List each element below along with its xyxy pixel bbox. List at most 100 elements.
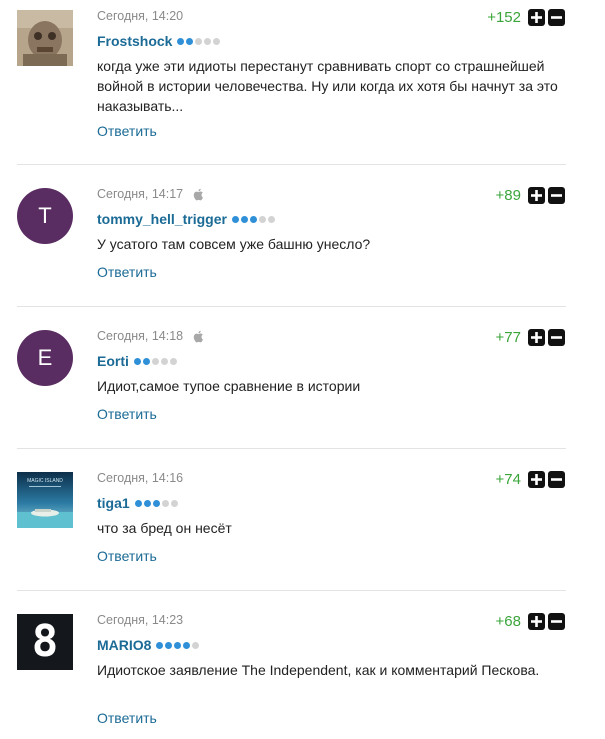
minus-icon <box>551 336 562 339</box>
comment-meta: Сегодня, 14:20 <box>97 9 183 23</box>
avatar-letter: E <box>37 345 53 370</box>
comment-score: +89 <box>495 187 521 204</box>
user-avatar[interactable]: 8 <box>17 614 73 670</box>
rating-dot <box>174 641 182 649</box>
comment-user: Frostshock <box>97 33 221 49</box>
comment-meta: Сегодня, 14:23 <box>97 613 183 627</box>
user-avatar[interactable]: MAGIC ISLAND <box>17 472 73 528</box>
rating-dot <box>142 357 150 365</box>
minus-icon <box>551 620 562 623</box>
comment-meta: Сегодня, 14:16 <box>97 471 183 485</box>
reply-button[interactable]: Ответить <box>97 123 157 139</box>
username-link[interactable]: MARIO8 <box>97 637 151 653</box>
user-avatar[interactable] <box>17 10 73 66</box>
username-link[interactable]: tommy_hell_trigger <box>97 211 227 227</box>
comment-text: Идиотское заявление The Independent, как… <box>97 662 540 678</box>
rating-dot <box>177 37 185 45</box>
vote-controls: +89 <box>496 187 565 204</box>
minus-icon <box>551 194 562 197</box>
vote-controls: +68 <box>496 613 565 630</box>
comment-user: tiga1 <box>97 495 178 511</box>
magic-island-photo-icon: MAGIC ISLAND <box>17 472 73 528</box>
rating-dot <box>258 215 266 223</box>
rating-dot <box>143 499 151 507</box>
comment-score: +77 <box>495 329 521 346</box>
downvote-button[interactable] <box>548 9 565 26</box>
username-link[interactable]: Eorti <box>97 353 129 369</box>
comment-divider <box>17 164 566 165</box>
comment-meta: Сегодня, 14:18 <box>97 329 204 343</box>
rating-dot <box>267 215 275 223</box>
comment-score: +68 <box>495 613 521 630</box>
plus-icon <box>531 12 542 23</box>
rating-dot <box>192 641 200 649</box>
apple-icon <box>193 188 204 200</box>
upvote-button[interactable] <box>528 471 545 488</box>
plus-icon <box>531 332 542 343</box>
minus-icon <box>551 478 562 481</box>
rating-dot <box>213 37 221 45</box>
comment-text: У усатого там совсем уже башню унесло? <box>97 236 371 252</box>
rating-dot <box>133 357 141 365</box>
reply-button[interactable]: Ответить <box>97 710 157 726</box>
rating-dot <box>161 499 169 507</box>
comment-divider <box>17 448 566 449</box>
rating-dots <box>133 357 177 365</box>
rating-dot <box>195 37 203 45</box>
rating-dot <box>160 357 168 365</box>
upvote-button[interactable] <box>528 187 545 204</box>
user-avatar[interactable]: T <box>17 188 73 244</box>
comment-score: +152 <box>487 9 521 26</box>
rating-dots <box>177 37 221 45</box>
vote-controls: +77 <box>496 329 565 346</box>
plus-icon <box>531 616 542 627</box>
upvote-button[interactable] <box>528 329 545 346</box>
rating-dot <box>169 357 177 365</box>
username-link[interactable]: tiga1 <box>97 495 130 511</box>
rating-dots <box>156 641 200 649</box>
reply-button[interactable]: Ответить <box>97 548 157 564</box>
rating-dot <box>170 499 178 507</box>
comment-divider <box>17 306 566 307</box>
avatar-caption: MAGIC ISLAND <box>27 478 63 484</box>
rating-dot <box>240 215 248 223</box>
rating-dot <box>183 641 191 649</box>
rating-dot <box>151 357 159 365</box>
comment-text: когда уже эти идиоты перестанут сравнива… <box>97 58 558 114</box>
rating-dot <box>186 37 194 45</box>
comment-time: Сегодня, 14:17 <box>97 187 184 201</box>
downvote-button[interactable] <box>548 329 565 346</box>
user-avatar[interactable]: E <box>17 330 73 386</box>
comment-text: Идиот,самое тупое сравнение в истории <box>97 378 361 394</box>
reply-button[interactable]: Ответить <box>97 406 157 422</box>
comment-time: Сегодня, 14:18 <box>97 329 184 343</box>
downvote-button[interactable] <box>548 613 565 630</box>
apple-icon <box>193 330 204 342</box>
rating-dot <box>249 215 257 223</box>
rating-dot <box>134 499 142 507</box>
plus-icon <box>531 474 542 485</box>
vote-controls: +74 <box>496 471 565 488</box>
comment-user: tommy_hell_trigger <box>97 211 275 227</box>
number-8-badge-icon: 8 <box>17 614 73 670</box>
rating-dot <box>152 499 160 507</box>
rating-dots <box>134 499 178 507</box>
upvote-button[interactable] <box>528 9 545 26</box>
gargoyle-photo-icon <box>17 10 73 66</box>
comment-text: что за бред он несёт <box>97 520 232 536</box>
rating-dots <box>231 215 275 223</box>
comment-score: +74 <box>495 471 521 488</box>
vote-controls: +152 <box>487 9 565 26</box>
avatar-letter: T <box>38 203 52 228</box>
rating-dot <box>231 215 239 223</box>
downvote-button[interactable] <box>548 187 565 204</box>
upvote-button[interactable] <box>528 613 545 630</box>
comment-user: MARIO8 <box>97 637 200 653</box>
reply-button[interactable]: Ответить <box>97 264 157 280</box>
comment-time: Сегодня, 14:23 <box>97 613 184 627</box>
comment-user: Eorti <box>97 353 177 369</box>
username-link[interactable]: Frostshock <box>97 33 172 49</box>
downvote-button[interactable] <box>548 471 565 488</box>
rating-dot <box>165 641 173 649</box>
comment-time: Сегодня, 14:20 <box>97 9 184 23</box>
